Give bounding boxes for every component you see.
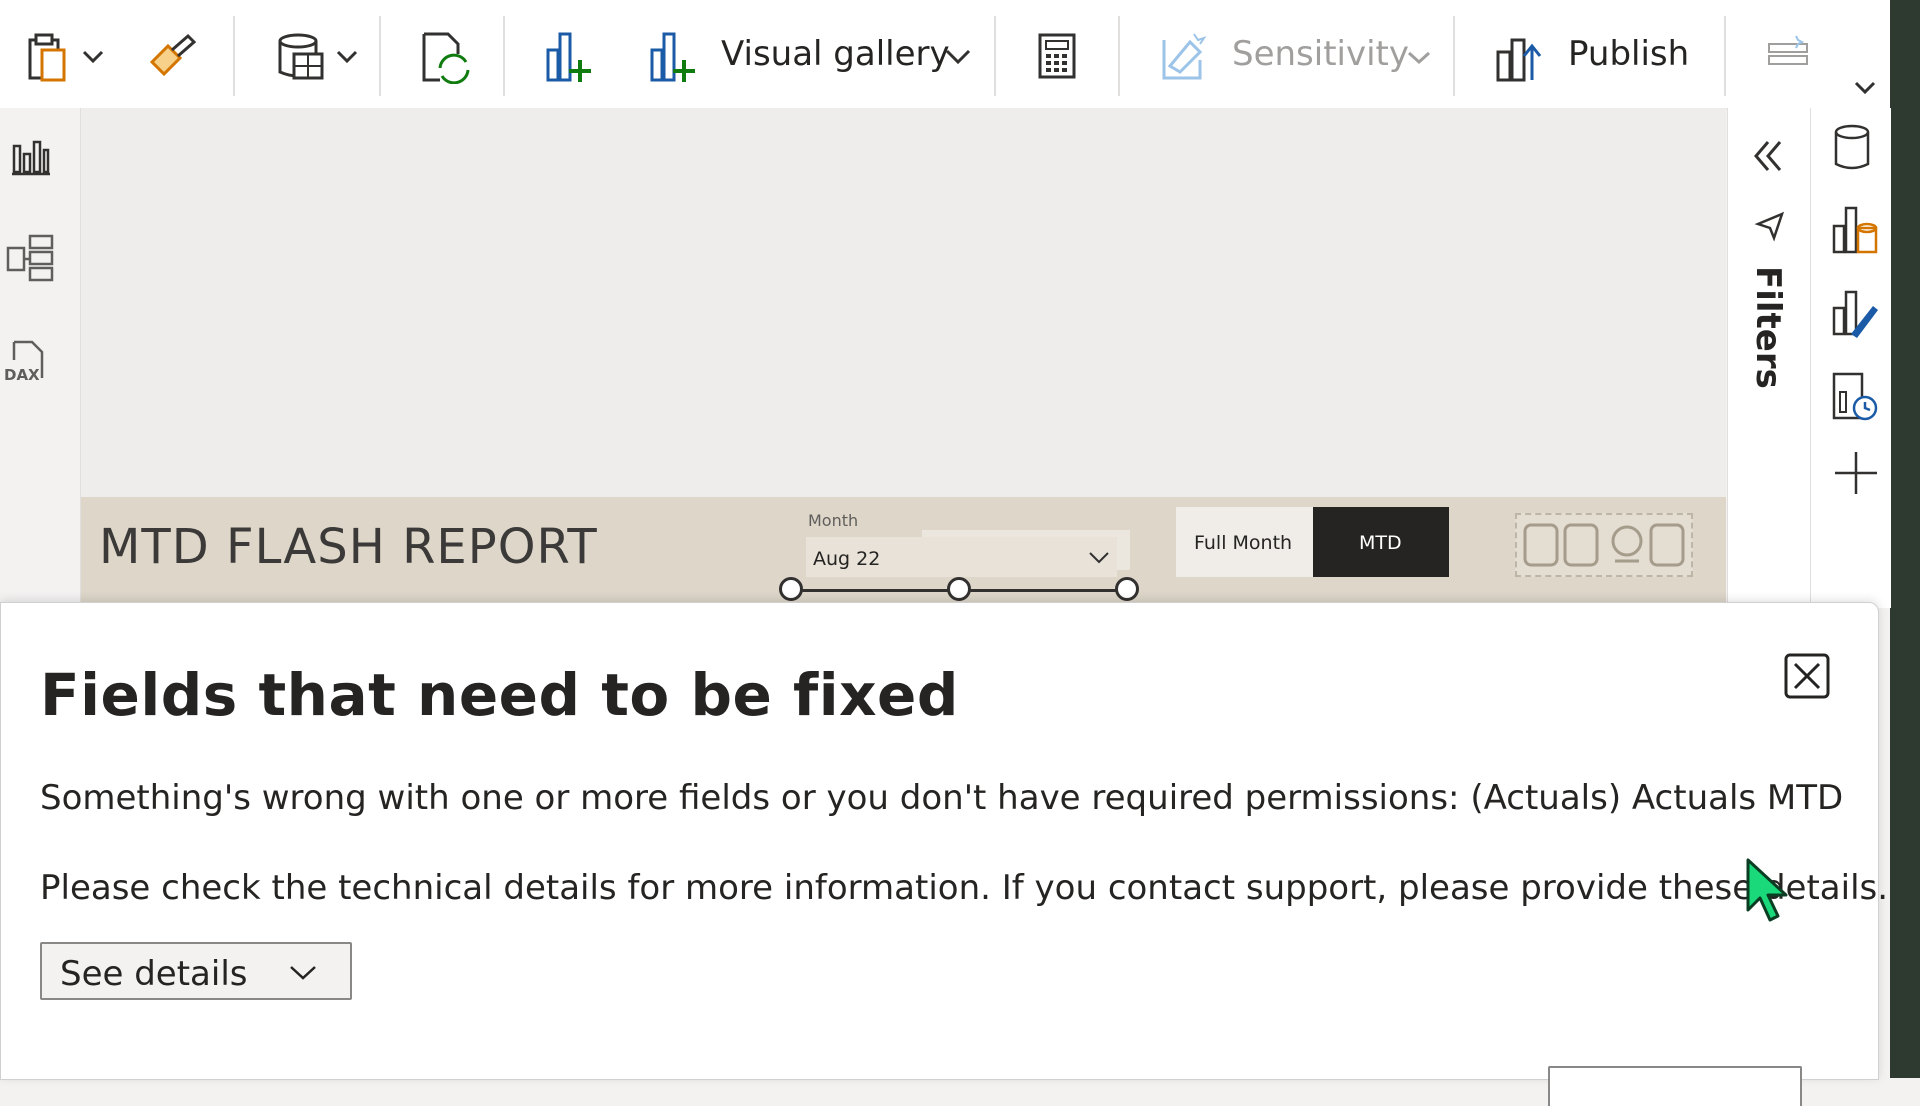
month-slicer-label: Month bbox=[808, 511, 859, 530]
new-visual-icon[interactable] bbox=[544, 30, 594, 88]
filters-label[interactable]: Filters bbox=[1748, 266, 1788, 389]
format-painter-icon[interactable] bbox=[146, 32, 198, 82]
filter-icon bbox=[1754, 211, 1785, 242]
model-view-icon[interactable] bbox=[6, 234, 56, 286]
data-pane-icon[interactable] bbox=[1833, 124, 1871, 172]
report-view-icon[interactable] bbox=[10, 136, 50, 180]
toggle-full-month-label: Full Month bbox=[1194, 532, 1293, 554]
svg-text:DAX: DAX bbox=[4, 366, 40, 384]
dialog-message: Something's wrong with one or more field… bbox=[40, 778, 1844, 818]
slider-handle[interactable] bbox=[779, 577, 803, 601]
pane-switcher bbox=[1810, 108, 1891, 608]
toggle-full-month[interactable]: Full Month bbox=[1176, 507, 1313, 577]
visual-gallery-label[interactable]: Visual gallery bbox=[721, 34, 950, 74]
performance-icon[interactable] bbox=[1831, 370, 1879, 422]
chevron-down-icon bbox=[1089, 552, 1109, 564]
view-switcher: DAX bbox=[0, 108, 81, 608]
paste-icon[interactable] bbox=[26, 32, 110, 88]
publish-icon[interactable] bbox=[1494, 30, 1546, 88]
format-visual-icon[interactable] bbox=[1831, 288, 1881, 340]
toggle-mtd[interactable]: MTD bbox=[1313, 507, 1449, 577]
get-data-icon[interactable] bbox=[276, 32, 362, 88]
publish-label[interactable]: Publish bbox=[1568, 34, 1689, 74]
mouse-cursor-icon bbox=[1746, 858, 1788, 922]
chevron-down-icon bbox=[1406, 50, 1432, 70]
sensitivity-icon bbox=[1160, 30, 1208, 86]
slider-handle[interactable] bbox=[1115, 577, 1139, 601]
dialog-detail: Please check the technical details for m… bbox=[40, 868, 1889, 908]
background-window-edge bbox=[1890, 0, 1920, 1078]
slider-handle[interactable] bbox=[947, 577, 971, 601]
month-dropdown-value: Aug 22 bbox=[813, 548, 881, 570]
dialog-footer-button[interactable] bbox=[1548, 1066, 1802, 1106]
add-pane-icon[interactable] bbox=[1833, 450, 1879, 496]
sensitivity-label: Sensitivity bbox=[1232, 34, 1410, 74]
report-header: MTD FLASH REPORT Month Aug 22 Full Month… bbox=[81, 497, 1726, 608]
dax-query-icon[interactable]: DAX bbox=[2, 338, 52, 390]
chevron-down-icon[interactable] bbox=[1853, 80, 1877, 100]
chevron-down-icon[interactable] bbox=[944, 48, 972, 70]
filters-pane-collapsed[interactable]: Filters bbox=[1727, 108, 1810, 608]
copilot-icon bbox=[1766, 34, 1810, 78]
company-logo bbox=[1515, 513, 1693, 577]
error-dialog: Fields that need to be fixed Something's… bbox=[0, 602, 1888, 1106]
dialog-title: Fields that need to be fixed bbox=[40, 661, 959, 729]
chevron-down-icon bbox=[290, 966, 316, 980]
new-measure-icon[interactable] bbox=[1037, 32, 1077, 84]
close-icon[interactable] bbox=[1784, 653, 1830, 699]
month-dropdown[interactable]: Aug 22 bbox=[806, 537, 1117, 577]
ribbon-toolbar: Visual gallery Sensitivity Publish bbox=[0, 0, 1890, 109]
toggle-mtd-label: MTD bbox=[1359, 532, 1402, 554]
report-title: MTD FLASH REPORT bbox=[99, 519, 598, 575]
see-details-label: See details bbox=[60, 954, 248, 994]
more-visuals-icon[interactable] bbox=[648, 30, 698, 88]
build-visual-icon[interactable] bbox=[1831, 204, 1879, 258]
refresh-icon[interactable] bbox=[420, 30, 472, 88]
collapse-icon[interactable] bbox=[1750, 138, 1786, 174]
see-details-button[interactable]: See details bbox=[40, 942, 352, 1000]
